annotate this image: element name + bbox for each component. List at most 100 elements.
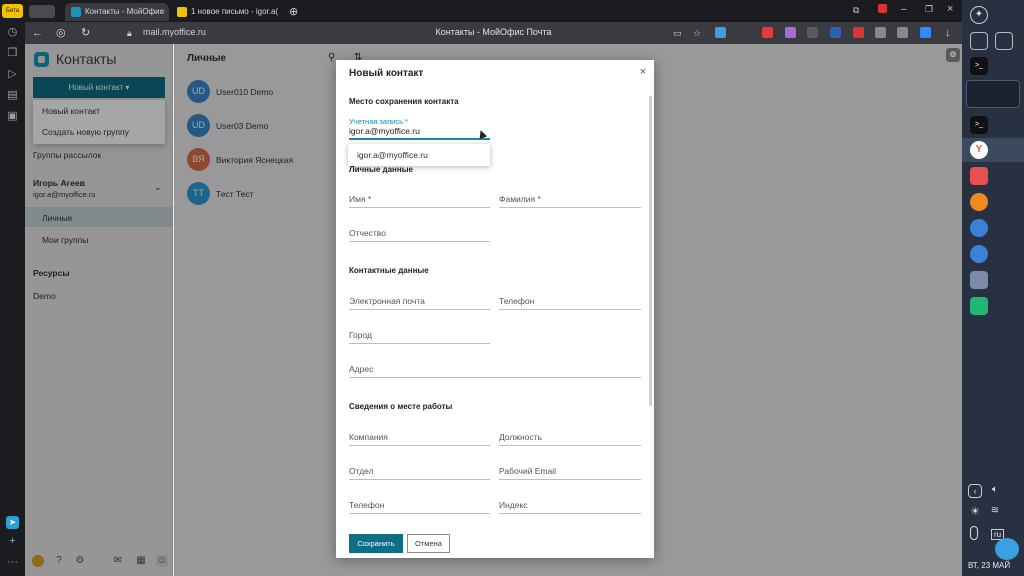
address-bar: ← ◎ ↻ 🔒︎ mail.myoffice.ru Контакты - Мой…	[25, 22, 962, 44]
volume-icon[interactable]: 🔈︎	[988, 484, 1002, 498]
field-label: Компания	[349, 432, 388, 442]
work-section-title: Сведения о месте работы	[349, 402, 453, 411]
windows-icon[interactable]	[995, 32, 1013, 50]
field-label: Рабочий Email	[499, 466, 557, 476]
chrome-icon[interactable]	[970, 219, 988, 237]
patronymic-field[interactable]: Отчество	[349, 226, 490, 242]
field-label: Электронная почта	[349, 296, 425, 306]
bookmark-icon[interactable]: ☆	[693, 26, 701, 40]
camera-icon[interactable]	[970, 32, 988, 50]
gallery-icon[interactable]: ▣	[6, 110, 19, 123]
work-email-field[interactable]: Рабочий Email	[499, 464, 641, 480]
cloud-ext-icon[interactable]	[715, 27, 726, 38]
pin-ext-icon[interactable]	[762, 27, 773, 38]
mail-tab-icon	[177, 7, 187, 17]
download-icon[interactable]: ↓	[945, 26, 951, 40]
new-contact-dialog: Новый контакт × Место сохранения контакт…	[336, 60, 654, 558]
sidebar: Контакты Новый контакт ▾ Новый контакт С…	[25, 44, 173, 576]
field-label: Телефон	[349, 500, 385, 510]
terminal-icon[interactable]: >_	[970, 57, 988, 75]
chromium-icon[interactable]	[970, 245, 988, 263]
yandex-browser-icon[interactable]: Y	[970, 141, 988, 159]
notification-icon[interactable]	[878, 4, 887, 13]
tab-label: Контакты - МойОфис	[85, 7, 164, 16]
tab-mail[interactable]: 1 новое письмо - igor.a(	[171, 3, 281, 21]
chevron-left-icon[interactable]: ‹	[968, 484, 982, 498]
new-ext-icon[interactable]	[807, 27, 818, 38]
right-dock: ✦ >_ >_ Y ‹ 🔈︎ ☀ ≋ ru ВТ, 23 МАЙ	[962, 0, 1024, 576]
settings-side-icon[interactable]: ⚙	[946, 48, 960, 62]
new-tab-icon[interactable]: ⊕	[289, 5, 298, 18]
page-title: Контакты - МойОфис Почта	[435, 27, 552, 37]
restore-icon[interactable]: ❐	[925, 4, 933, 15]
history-icon[interactable]: ◷	[6, 26, 19, 39]
add-icon[interactable]: +	[6, 535, 19, 548]
last-name-field[interactable]: Фамилия *	[499, 192, 641, 208]
email-field[interactable]: Электронная почта	[349, 294, 490, 310]
account-option[interactable]: igor.a@myoffice.ru	[348, 144, 490, 166]
close-icon[interactable]: ×	[160, 3, 165, 21]
field-label: Индекс	[499, 500, 528, 510]
brightness-icon[interactable]: ☀	[968, 505, 982, 519]
account-select[interactable]: igor.a@myoffice.ru	[349, 126, 490, 140]
telegram-icon[interactable]: ➤	[6, 516, 19, 529]
terminal-icon[interactable]: >_	[970, 116, 988, 134]
left-rail: Бета ◷ ❐ ▷ ▤ ▣ ➤ + ···	[0, 0, 25, 576]
weather-icon[interactable]	[995, 538, 1019, 560]
gray-ext-icon[interactable]	[875, 27, 886, 38]
star-icon[interactable]: ✦	[970, 6, 988, 24]
more-icon[interactable]: ···	[6, 556, 19, 569]
field-label: Город	[349, 330, 372, 340]
messenger-icon[interactable]	[970, 297, 988, 315]
battery-icon	[970, 526, 978, 540]
formula-ext-icon[interactable]	[738, 27, 749, 38]
globe-ext-icon[interactable]	[830, 27, 841, 38]
zoom-ext-icon[interactable]	[920, 27, 931, 38]
postal-code-field[interactable]: Индекс	[499, 498, 641, 514]
account-dropdown: igor.a@myoffice.ru	[348, 144, 490, 166]
minimize-icon[interactable]: –	[901, 4, 907, 15]
field-label: Адрес	[349, 364, 374, 374]
tool-icon[interactable]	[970, 271, 988, 289]
window-close-icon[interactable]: ×	[947, 3, 953, 15]
pdf-ext-icon[interactable]	[853, 27, 864, 38]
play-icon[interactable]: ▷	[6, 68, 19, 81]
account-label: Учетная запись *	[349, 117, 409, 126]
field-label: Имя *	[349, 194, 372, 204]
date-label: ВТ, 23 МАЙ	[968, 561, 1011, 570]
wifi-icon[interactable]: ≋	[988, 505, 1002, 519]
firefox-icon[interactable]	[970, 193, 988, 211]
city-field[interactable]: Город	[349, 328, 490, 344]
beta-badge[interactable]: Бета	[2, 4, 23, 18]
field-label: Телефон	[499, 296, 535, 306]
dialog-scrollbar[interactable]	[649, 96, 652, 406]
close-icon[interactable]: ×	[640, 66, 646, 78]
puzzle-ext-icon[interactable]	[897, 27, 908, 38]
work-phone-field[interactable]: Телефон	[349, 498, 490, 514]
field-label: Фамилия *	[499, 194, 541, 204]
tab-label: 1 новое письмо - igor.a(	[191, 7, 279, 16]
sidebar-dim	[25, 44, 173, 576]
workspace-icon[interactable]	[29, 5, 55, 18]
position-field[interactable]: Должность	[499, 430, 641, 446]
pin-icon[interactable]: ⧉	[853, 5, 859, 16]
address-field[interactable]: Адрес	[349, 362, 641, 378]
first-name-field[interactable]: Имя *	[349, 192, 490, 208]
field-label: Должность	[499, 432, 543, 442]
app-icon[interactable]	[970, 167, 988, 185]
contact-section-title: Контактные данные	[349, 266, 429, 275]
personal-section-title: Личные данные	[349, 165, 413, 174]
copy-icon[interactable]: ❐	[6, 47, 19, 60]
field-label: Отдел	[349, 466, 374, 476]
chat-icon[interactable]: ▭	[673, 26, 682, 40]
note-icon[interactable]: ▤	[6, 89, 19, 102]
tab-bar: Контакты - МойОфис × 1 новое письмо - ig…	[25, 0, 962, 22]
department-field[interactable]: Отдел	[349, 464, 490, 480]
tab-contacts[interactable]: Контакты - МойОфис ×	[65, 3, 169, 21]
company-field[interactable]: Компания	[349, 430, 490, 446]
workspace-switcher[interactable]	[966, 80, 1020, 108]
save-button[interactable]: Сохранить	[349, 534, 403, 553]
cancel-button[interactable]: Отмена	[407, 534, 450, 553]
phone-field[interactable]: Телефон	[499, 294, 641, 310]
feather-ext-icon[interactable]	[785, 27, 796, 38]
